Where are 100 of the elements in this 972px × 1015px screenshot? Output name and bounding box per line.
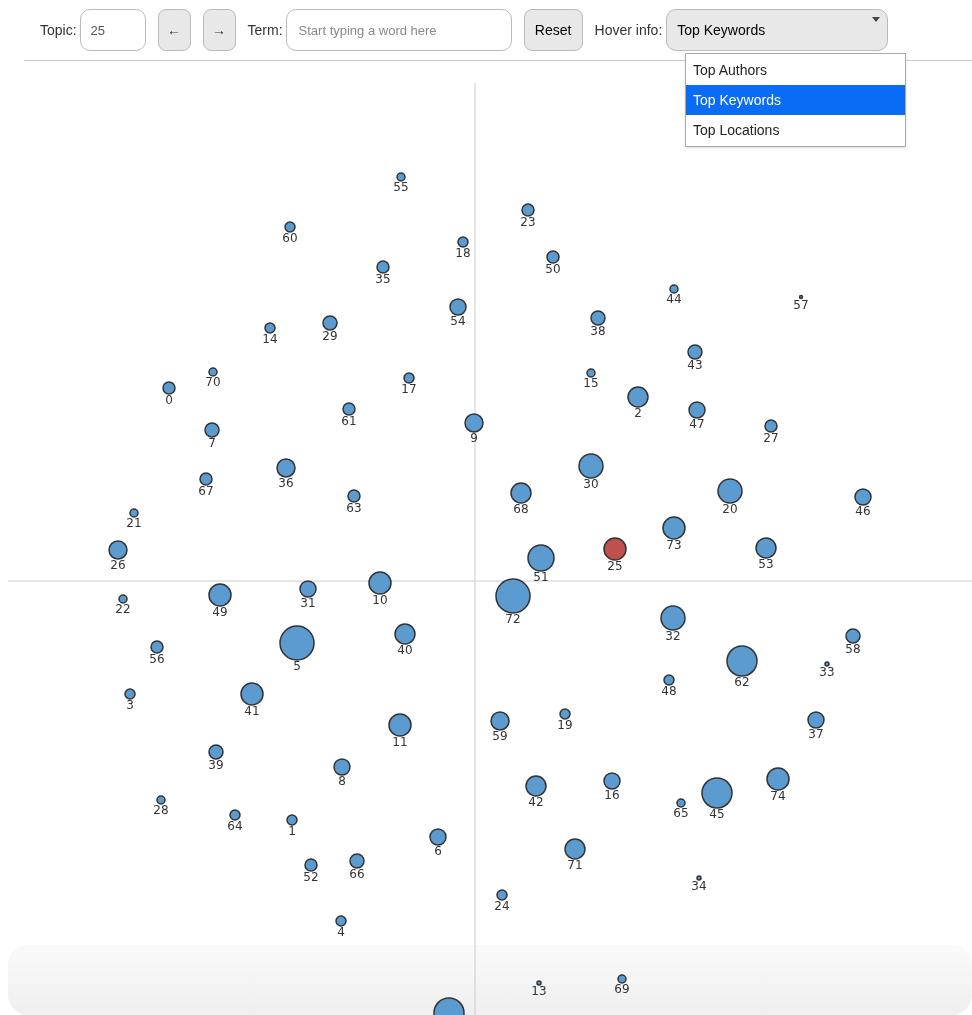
topic-circle[interactable] [510,482,532,504]
topic-circle[interactable] [208,744,224,760]
topic-circle[interactable] [276,458,296,478]
topic-circle[interactable] [162,381,176,395]
topic-circle[interactable] [660,605,686,631]
topic-circle[interactable] [347,489,361,503]
topic-circle[interactable] [807,711,825,729]
topic-circle[interactable] [464,413,484,433]
topic-circle[interactable] [676,798,686,808]
topic-circle[interactable] [578,453,604,479]
topic-circle[interactable] [322,315,338,331]
topic-circle[interactable] [333,758,351,776]
previous-button[interactable]: ← [157,9,191,51]
topic-label: 40 [397,643,413,657]
topic-circle[interactable] [156,795,166,805]
topic-circle[interactable] [627,386,649,408]
topic-circle[interactable] [663,674,675,686]
topic-circle[interactable] [688,401,706,419]
topic-label: 71 [567,858,583,872]
topic-circle[interactable] [590,310,606,326]
topic-circle[interactable] [388,713,412,737]
topic-circle[interactable] [150,640,164,654]
topic-circle[interactable] [457,236,469,248]
topic-circle[interactable] [701,777,733,809]
topic-circle[interactable] [854,488,872,506]
topic-circle[interactable] [299,580,317,598]
topic-circle[interactable] [617,974,627,984]
topic-circle[interactable] [527,544,555,572]
topic-circle[interactable] [335,915,347,927]
topic-circle[interactable] [279,625,315,661]
topic-circle[interactable] [449,298,467,316]
topic-circle[interactable] [229,809,241,821]
term-field[interactable]: Start typing a word here [285,9,512,51]
topic-circle[interactable] [286,814,298,826]
topic-label: 74 [770,789,786,803]
topic-circle[interactable] [755,537,777,559]
topic-circle[interactable] [304,858,318,872]
topic-circle[interactable] [495,578,531,614]
topic-circle[interactable] [264,322,276,334]
topic-circle[interactable] [536,980,542,986]
topic-label: 8 [338,774,346,788]
topic-circle[interactable] [696,875,702,881]
topic-circle[interactable] [284,221,296,233]
topic-circle[interactable] [490,711,510,731]
topic-label: 67 [198,484,214,498]
hover-info-select[interactable]: Top Keywords [666,9,889,51]
topic-circle[interactable] [669,284,679,294]
topic-circle[interactable] [118,594,128,604]
topic-circle[interactable] [342,402,356,416]
topic-circle[interactable] [687,344,703,360]
topic-circle[interactable] [564,838,586,860]
topic-circle[interactable] [240,682,264,706]
topic-label: 41 [244,704,260,718]
topic-circle[interactable] [368,571,392,595]
topic-circle[interactable] [208,583,232,607]
topic-circle[interactable] [726,645,758,677]
topic-circle[interactable] [124,688,136,700]
topic-label: 48 [661,684,677,698]
topic-label: 33 [819,665,835,679]
topic-label: 56 [149,652,165,666]
topic-circle[interactable] [764,419,778,433]
topic-label: 49 [212,605,228,619]
topic-circle[interactable] [199,472,213,486]
topic-field[interactable]: 25 [79,9,146,51]
topic-circle[interactable] [204,422,220,438]
topic-label: 11 [392,735,408,749]
reset-button[interactable]: Reset [523,9,583,51]
topic-circle[interactable] [429,828,447,846]
dropdown-option[interactable]: Top Authors [686,55,905,85]
topic-circle[interactable] [525,775,547,797]
hover-info-label: Hover info: [594,20,663,40]
topic-circle[interactable] [717,478,743,504]
topic-circle[interactable] [394,623,416,645]
topic-circle[interactable] [403,372,415,384]
topic-circle[interactable] [208,367,218,377]
topic-label: 15 [583,376,599,390]
dropdown-option[interactable]: Top Locations [686,115,905,145]
topic-circle[interactable] [603,537,627,561]
topic-label: 45 [709,807,725,821]
dropdown-option[interactable]: Top Keywords [686,85,905,115]
topic-label: 72 [505,612,521,626]
topic-circle[interactable] [376,260,390,274]
topic-circle[interactable] [603,772,621,790]
topic-circle[interactable] [559,708,571,720]
topic-circle[interactable] [586,368,596,378]
topic-label: 63 [346,501,362,515]
topic-circle[interactable] [349,853,365,869]
topic-circle[interactable] [108,540,128,560]
topic-circle[interactable] [662,516,686,540]
topic-circle[interactable] [845,628,861,644]
topic-circle[interactable] [546,250,560,264]
topic-circle[interactable] [129,508,139,518]
topic-circle[interactable] [824,661,830,667]
topic-circle[interactable] [766,767,790,791]
topic-circle[interactable] [496,889,508,901]
topic-circle[interactable] [396,172,406,182]
topic-circle[interactable] [798,294,804,300]
next-button[interactable]: → [202,9,236,51]
topic-label: 51 [533,570,549,584]
topic-circle[interactable] [521,203,535,217]
